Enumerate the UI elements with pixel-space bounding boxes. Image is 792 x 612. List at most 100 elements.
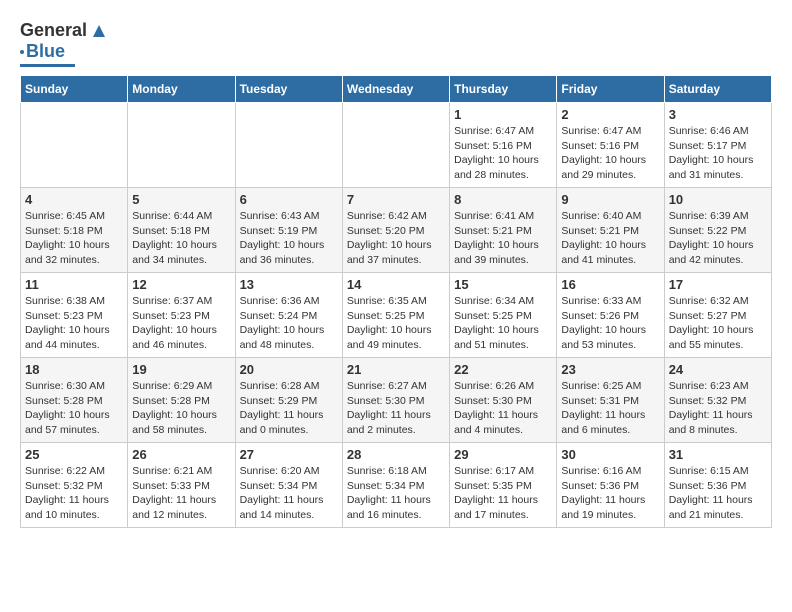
day-number: 11 [25,277,123,292]
day-number: 31 [669,447,767,462]
calendar-cell: 1 Sunrise: 6:47 AM Sunset: 5:16 PM Daylig… [450,103,557,188]
calendar-cell: 31 Sunrise: 6:15 AM Sunset: 5:36 PM Dayli… [664,443,771,528]
day-number: 21 [347,362,445,377]
day-number: 18 [25,362,123,377]
day-info: Sunrise: 6:37 AM Sunset: 5:23 PM Dayligh… [132,294,230,353]
day-number: 3 [669,107,767,122]
day-info: Sunrise: 6:29 AM Sunset: 5:28 PM Dayligh… [132,379,230,438]
logo-blue: Blue [26,41,65,62]
day-number: 13 [240,277,338,292]
day-number: 15 [454,277,552,292]
day-number: 25 [25,447,123,462]
header-thursday: Thursday [450,76,557,103]
day-number: 20 [240,362,338,377]
calendar-cell: 9 Sunrise: 6:40 AM Sunset: 5:21 PM Daylig… [557,188,664,273]
day-info: Sunrise: 6:17 AM Sunset: 5:35 PM Dayligh… [454,464,552,523]
day-number: 1 [454,107,552,122]
day-number: 5 [132,192,230,207]
logo-underline [20,64,75,67]
day-number: 29 [454,447,552,462]
calendar-table: SundayMondayTuesdayWednesdayThursdayFrid… [20,75,772,528]
calendar-cell: 15 Sunrise: 6:34 AM Sunset: 5:25 PM Dayli… [450,273,557,358]
logo-general: General [20,20,87,41]
day-info: Sunrise: 6:40 AM Sunset: 5:21 PM Dayligh… [561,209,659,268]
calendar-cell: 23Sunrise: 6:25 AM Sunset: 5:31 PM Dayli… [557,358,664,443]
day-number: 27 [240,447,338,462]
day-number: 28 [347,447,445,462]
calendar-cell: 21 Sunrise: 6:27 AM Sunset: 5:30 PM Dayli… [342,358,449,443]
day-info: Sunrise: 6:34 AM Sunset: 5:25 PM Dayligh… [454,294,552,353]
header-tuesday: Tuesday [235,76,342,103]
day-number: 19 [132,362,230,377]
calendar-cell: 10 Sunrise: 6:39 AM Sunset: 5:22 PM Dayli… [664,188,771,273]
day-number: 23 [561,362,659,377]
day-info: Sunrise: 6:33 AM Sunset: 5:26 PM Dayligh… [561,294,659,353]
day-number: 9 [561,192,659,207]
day-info: Sunrise: 6:32 AM Sunset: 5:27 PM Dayligh… [669,294,767,353]
day-number: 17 [669,277,767,292]
day-info: Sunrise: 6:28 AM Sunset: 5:29 PM Dayligh… [240,379,338,438]
day-info: Sunrise: 6:16 AM Sunset: 5:36 PM Dayligh… [561,464,659,523]
calendar-cell: 25 Sunrise: 6:22 AM Sunset: 5:32 PM Dayli… [21,443,128,528]
header-friday: Friday [557,76,664,103]
calendar-cell: 11 Sunrise: 6:38 AM Sunset: 5:23 PM Dayli… [21,273,128,358]
day-info: Sunrise: 6:22 AM Sunset: 5:32 PM Dayligh… [25,464,123,523]
header-monday: Monday [128,76,235,103]
calendar-cell: 5 Sunrise: 6:44 AM Sunset: 5:18 PM Daylig… [128,188,235,273]
page-header: General Blue [20,20,772,67]
day-info: Sunrise: 6:47 AM Sunset: 5:16 PM Dayligh… [561,124,659,183]
calendar-cell: 6Sunrise: 6:43 AM Sunset: 5:19 PM Daylig… [235,188,342,273]
day-info: Sunrise: 6:15 AM Sunset: 5:36 PM Dayligh… [669,464,767,523]
day-number: 12 [132,277,230,292]
header-wednesday: Wednesday [342,76,449,103]
calendar-cell: 27 Sunrise: 6:20 AM Sunset: 5:34 PM Dayli… [235,443,342,528]
calendar-cell: 24 Sunrise: 6:23 AM Sunset: 5:32 PM Dayli… [664,358,771,443]
day-info: Sunrise: 6:23 AM Sunset: 5:32 PM Dayligh… [669,379,767,438]
calendar-cell: 18 Sunrise: 6:30 AM Sunset: 5:28 PM Dayli… [21,358,128,443]
day-info: Sunrise: 6:47 AM Sunset: 5:16 PM Dayligh… [454,124,552,183]
calendar-cell: 14Sunrise: 6:35 AM Sunset: 5:25 PM Dayli… [342,273,449,358]
calendar-week-5: 25 Sunrise: 6:22 AM Sunset: 5:32 PM Dayli… [21,443,772,528]
day-info: Sunrise: 6:20 AM Sunset: 5:34 PM Dayligh… [240,464,338,523]
day-number: 4 [25,192,123,207]
calendar-cell [128,103,235,188]
day-number: 24 [669,362,767,377]
day-info: Sunrise: 6:30 AM Sunset: 5:28 PM Dayligh… [25,379,123,438]
day-info: Sunrise: 6:27 AM Sunset: 5:30 PM Dayligh… [347,379,445,438]
day-info: Sunrise: 6:41 AM Sunset: 5:21 PM Dayligh… [454,209,552,268]
day-number: 16 [561,277,659,292]
day-info: Sunrise: 6:46 AM Sunset: 5:17 PM Dayligh… [669,124,767,183]
calendar-cell: 3 Sunrise: 6:46 AM Sunset: 5:17 PM Daylig… [664,103,771,188]
calendar-week-3: 11 Sunrise: 6:38 AM Sunset: 5:23 PM Dayli… [21,273,772,358]
calendar-header-row: SundayMondayTuesdayWednesdayThursdayFrid… [21,76,772,103]
calendar-cell [235,103,342,188]
logo-icon [91,23,107,39]
day-info: Sunrise: 6:42 AM Sunset: 5:20 PM Dayligh… [347,209,445,268]
calendar-cell: 2Sunrise: 6:47 AM Sunset: 5:16 PM Daylig… [557,103,664,188]
day-info: Sunrise: 6:38 AM Sunset: 5:23 PM Dayligh… [25,294,123,353]
calendar-cell: 8 Sunrise: 6:41 AM Sunset: 5:21 PM Daylig… [450,188,557,273]
calendar-cell [342,103,449,188]
day-number: 7 [347,192,445,207]
day-number: 8 [454,192,552,207]
day-number: 26 [132,447,230,462]
day-info: Sunrise: 6:43 AM Sunset: 5:19 PM Dayligh… [240,209,338,268]
calendar-cell: 20 Sunrise: 6:28 AM Sunset: 5:29 PM Dayli… [235,358,342,443]
day-info: Sunrise: 6:44 AM Sunset: 5:18 PM Dayligh… [132,209,230,268]
header-saturday: Saturday [664,76,771,103]
header-sunday: Sunday [21,76,128,103]
day-info: Sunrise: 6:26 AM Sunset: 5:30 PM Dayligh… [454,379,552,438]
day-number: 10 [669,192,767,207]
calendar-cell: 17 Sunrise: 6:32 AM Sunset: 5:27 PM Dayli… [664,273,771,358]
calendar-cell: 26 Sunrise: 6:21 AM Sunset: 5:33 PM Dayli… [128,443,235,528]
calendar-cell: 19 Sunrise: 6:29 AM Sunset: 5:28 PM Dayli… [128,358,235,443]
day-info: Sunrise: 6:35 AM Sunset: 5:25 PM Dayligh… [347,294,445,353]
calendar-week-2: 4 Sunrise: 6:45 AM Sunset: 5:18 PM Daylig… [21,188,772,273]
calendar-cell: 30Sunrise: 6:16 AM Sunset: 5:36 PM Dayli… [557,443,664,528]
calendar-cell: 4 Sunrise: 6:45 AM Sunset: 5:18 PM Daylig… [21,188,128,273]
day-info: Sunrise: 6:18 AM Sunset: 5:34 PM Dayligh… [347,464,445,523]
calendar-cell: 12 Sunrise: 6:37 AM Sunset: 5:23 PM Dayli… [128,273,235,358]
day-info: Sunrise: 6:39 AM Sunset: 5:22 PM Dayligh… [669,209,767,268]
day-info: Sunrise: 6:21 AM Sunset: 5:33 PM Dayligh… [132,464,230,523]
day-info: Sunrise: 6:45 AM Sunset: 5:18 PM Dayligh… [25,209,123,268]
